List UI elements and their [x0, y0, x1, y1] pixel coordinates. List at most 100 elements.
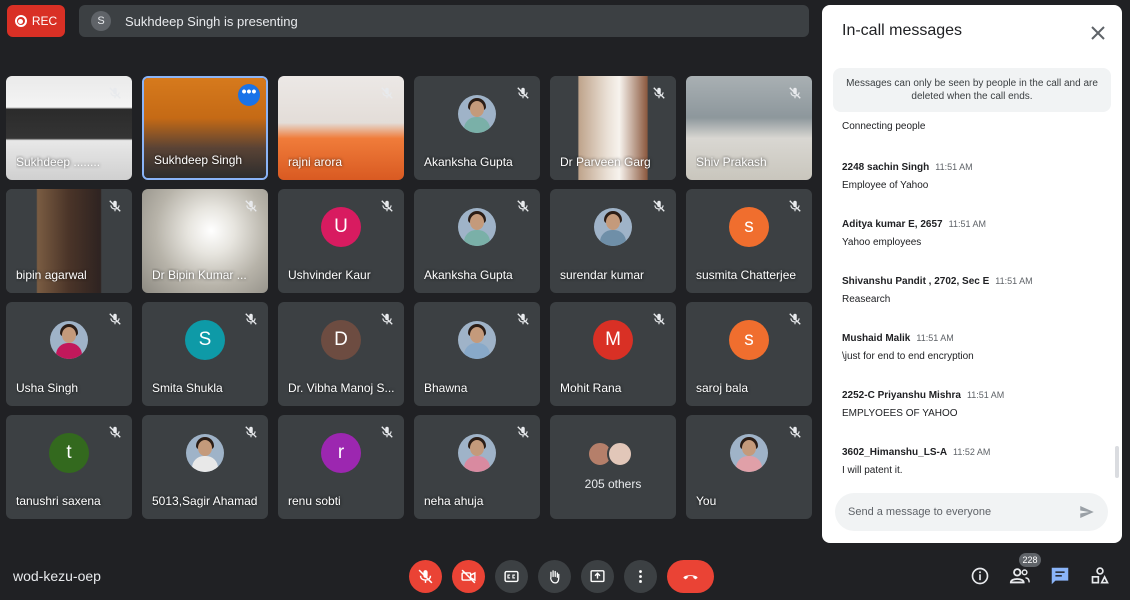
message-time: 11:52 AM: [953, 447, 991, 457]
participant-tile[interactable]: surendar kumar: [550, 189, 676, 293]
message-time: 11:51 AM: [966, 390, 1005, 400]
message-input[interactable]: [848, 506, 1068, 518]
presenter-avatar: S: [91, 11, 111, 31]
participant-name: bipin agarwal: [16, 268, 87, 282]
avatar: M: [593, 320, 633, 360]
presenting-text: Sukhdeep Singh is presenting: [125, 13, 298, 29]
participant-tile[interactable]: Dr Parveen Garg: [550, 76, 676, 180]
chat-icon: [1051, 567, 1069, 585]
participant-tile[interactable]: You: [686, 415, 812, 519]
chat-message: Mushaid Malik 11:51 AM \just for end to en…: [842, 328, 1104, 362]
participant-tile[interactable]: Usha Singh: [6, 302, 132, 406]
participant-tile[interactable]: S Smita Shukla: [142, 302, 268, 406]
mic-off-icon: [109, 426, 121, 438]
message-text: Reasearch: [842, 294, 891, 305]
chat-scrollbar[interactable]: [1115, 446, 1119, 478]
message-text: Yahoo employees: [842, 237, 922, 248]
chat-message: Shivanshu Pandit , 2702, Sec E 11:51 AM Re…: [842, 271, 1104, 305]
participant-tile[interactable]: Sukhdeep Singh •••: [142, 76, 268, 180]
participant-name: Shiv Prakash: [696, 155, 767, 169]
participant-tile[interactable]: Dr Bipin Kumar ...: [142, 189, 268, 293]
participant-tile[interactable]: Akanksha Gupta: [414, 189, 540, 293]
participant-tile[interactable]: M Mohit Rana: [550, 302, 676, 406]
avatar: [730, 434, 768, 472]
participant-tile[interactable]: bipin agarwal: [6, 189, 132, 293]
message-list[interactable]: Connecting people 2248 sachin Singh 11:51…: [842, 121, 1104, 483]
others-avatar-group: [587, 441, 633, 467]
mic-off-icon: [418, 569, 433, 584]
participant-tile[interactable]: rajni arora: [278, 76, 404, 180]
participant-tile[interactable]: neha ahuja: [414, 415, 540, 519]
mic-off-icon: [245, 313, 257, 325]
avatar: [458, 321, 496, 359]
meeting-code: wod-kezu-oep: [13, 568, 101, 584]
message-time: 11:51 AM: [935, 162, 973, 172]
people-count-badge: 228: [1019, 553, 1041, 567]
message-compose[interactable]: [835, 493, 1108, 531]
people-button[interactable]: [1009, 565, 1031, 587]
send-icon[interactable]: [1078, 503, 1096, 521]
mic-off-icon: [517, 200, 529, 212]
meeting-details-button[interactable]: [969, 565, 991, 587]
mic-off-button[interactable]: [409, 560, 442, 593]
pin-icon: [109, 87, 121, 99]
recording-indicator: REC: [7, 5, 65, 37]
participant-name: Dr Bipin Kumar ...: [152, 268, 247, 282]
participant-tile[interactable]: Shiv Prakash: [686, 76, 812, 180]
mic-off-icon: [789, 426, 801, 438]
present-screen-button[interactable]: [581, 560, 614, 593]
participant-tile[interactable]: 5013,Sagir Ahamad: [142, 415, 268, 519]
message-text: Employee of Yahoo: [842, 180, 929, 191]
participant-tile[interactable]: t tanushri saxena: [6, 415, 132, 519]
participant-tile[interactable]: Sukhdeep ........: [6, 76, 132, 180]
participant-name: Ushvinder Kaur: [288, 268, 371, 282]
more-options-icon[interactable]: •••: [238, 84, 260, 106]
participant-name: renu sobti: [288, 494, 341, 508]
others-count-label: 205 others: [584, 477, 642, 491]
participant-name: neha ahuja: [424, 494, 484, 508]
participant-name: rajni arora: [288, 155, 343, 169]
participant-name: surendar kumar: [560, 268, 645, 282]
hang-up-button[interactable]: [667, 560, 714, 593]
participant-tile[interactable]: Akanksha Gupta: [414, 76, 540, 180]
captions-button[interactable]: [495, 560, 528, 593]
participant-tile[interactable]: s saroj bala: [686, 302, 812, 406]
camera-off-button[interactable]: [452, 560, 485, 593]
chat-panel: In-call messages Messages can only be se…: [822, 5, 1122, 543]
close-icon[interactable]: [1086, 21, 1110, 45]
participant-tile[interactable]: Bhawna: [414, 302, 540, 406]
mic-off-icon: [109, 200, 121, 212]
message-text: I will patent it.: [842, 465, 903, 476]
message-sender: 2248 sachin Singh: [842, 162, 930, 173]
mic-off-icon: [653, 200, 665, 212]
mic-off-icon: [381, 87, 393, 99]
participant-tile[interactable]: D Dr. Vibha Manoj S...: [278, 302, 404, 406]
message-time: 11:51 AM: [995, 276, 1033, 286]
captions-icon: [504, 570, 519, 583]
presenting-banner[interactable]: S Sukhdeep Singh is presenting: [79, 5, 809, 37]
chat-button[interactable]: [1049, 565, 1071, 587]
participant-tile[interactable]: 205 others: [550, 415, 676, 519]
mic-off-icon: [517, 313, 529, 325]
participant-name: 5013,Sagir Ahamad: [152, 494, 258, 508]
mic-off-icon: [517, 87, 529, 99]
present-icon: [590, 570, 605, 583]
mic-off-icon: [653, 313, 665, 325]
activities-button[interactable]: [1089, 565, 1111, 587]
message-sender: Aditya kumar E, 2657: [842, 219, 943, 230]
raise-hand-button[interactable]: [538, 560, 571, 593]
participant-tile[interactable]: U Ushvinder Kaur: [278, 189, 404, 293]
message-time: 11:51 AM: [916, 333, 954, 343]
chat-message: Aditya kumar E, 2657 11:51 AM Yahoo employ…: [842, 214, 1104, 248]
participant-tile[interactable]: r renu sobti: [278, 415, 404, 519]
avatar: t: [49, 433, 89, 473]
avatar: [186, 434, 224, 472]
more-options-button[interactable]: [624, 560, 657, 593]
participant-name: Dr Parveen Garg: [560, 155, 651, 169]
mic-off-icon: [517, 426, 529, 438]
participant-name: Sukhdeep ........: [16, 155, 101, 169]
participant-tile[interactable]: s susmita Chatterjee: [686, 189, 812, 293]
avatar: [458, 208, 496, 246]
chat-panel-title: In-call messages: [842, 22, 963, 39]
mic-off-icon: [381, 313, 393, 325]
